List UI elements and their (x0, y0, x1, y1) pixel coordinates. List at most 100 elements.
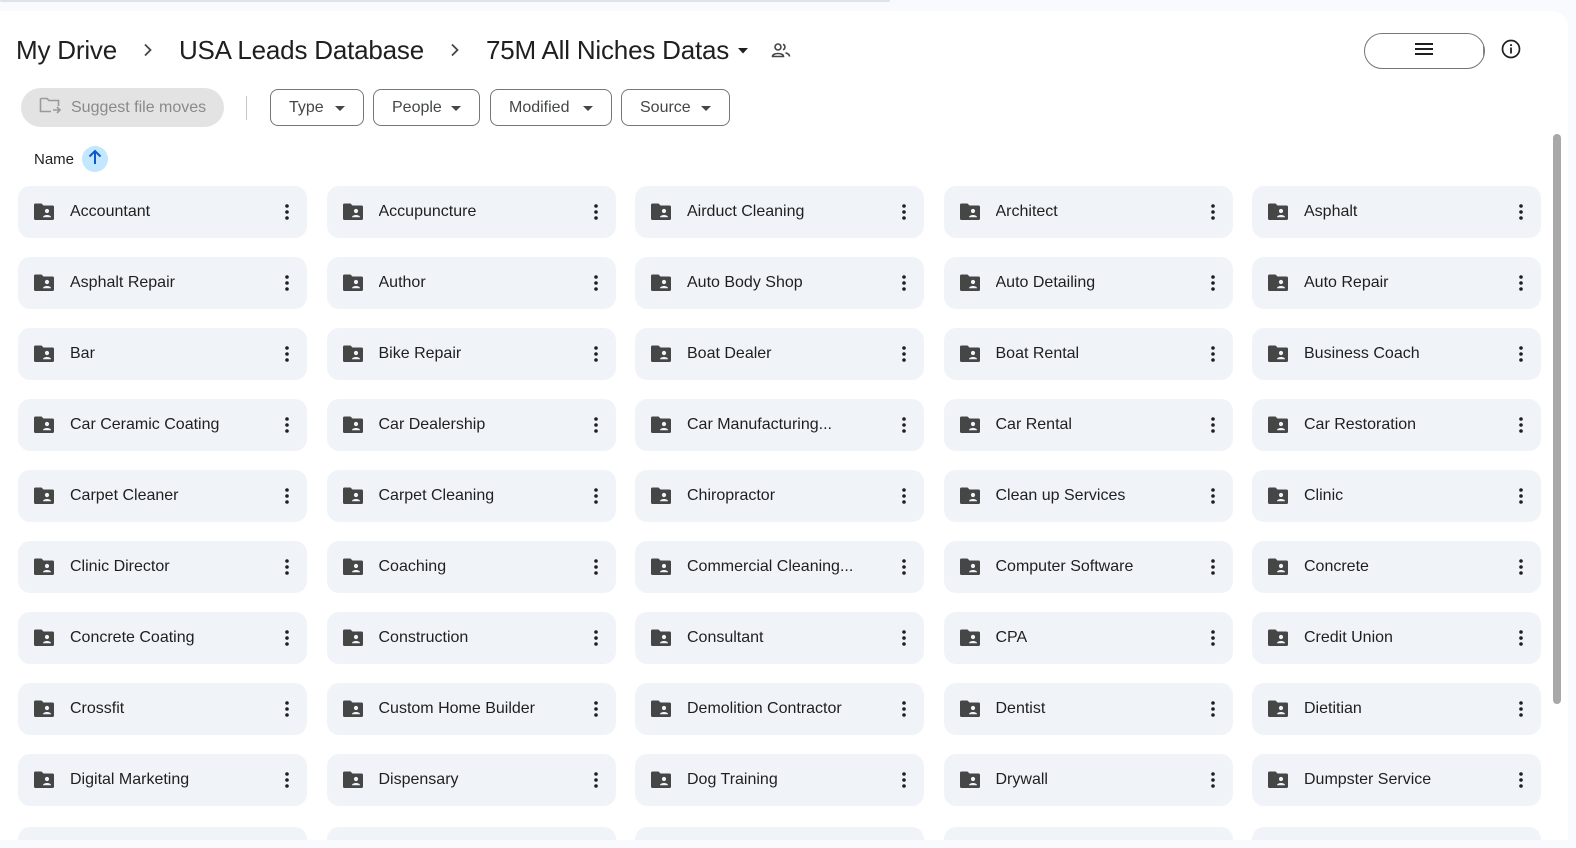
filter-people-chip[interactable]: People (373, 89, 480, 126)
folder-card[interactable]: Business Coach (1252, 328, 1541, 380)
more-actions-icon[interactable] (1201, 622, 1225, 654)
more-actions-icon[interactable] (1509, 622, 1533, 654)
folder-card[interactable]: Credit Union (1252, 612, 1541, 664)
folder-card[interactable]: Concrete (1252, 541, 1541, 593)
folder-card[interactable]: Boat Rental (943, 328, 1233, 380)
breadcrumb-my-drive[interactable]: My Drive (16, 33, 117, 68)
folder-card[interactable]: Computer Software (943, 541, 1233, 593)
more-actions-icon[interactable] (1509, 551, 1533, 583)
more-actions-icon[interactable] (892, 693, 916, 725)
folder-card[interactable]: Airduct Cleaning (635, 186, 924, 238)
list-view-button[interactable] (1365, 34, 1484, 68)
folder-card[interactable]: Auto Repair (1252, 257, 1541, 309)
folder-card[interactable]: Asphalt (1252, 186, 1541, 238)
folder-card[interactable]: Bike Repair (326, 328, 616, 380)
more-actions-icon[interactable] (892, 622, 916, 654)
folder-card-partial[interactable] (1252, 827, 1541, 840)
more-actions-icon[interactable] (275, 693, 299, 725)
folder-card[interactable]: Car Dealership (326, 399, 616, 451)
details-button[interactable] (1494, 34, 1528, 68)
folder-card[interactable]: Car Ceramic Coating (18, 399, 307, 451)
folder-card[interactable]: Dispensary (326, 754, 616, 806)
more-actions-icon[interactable] (1201, 764, 1225, 796)
folder-card[interactable]: Author (326, 257, 616, 309)
more-actions-icon[interactable] (1509, 267, 1533, 299)
more-actions-icon[interactable] (1509, 693, 1533, 725)
more-actions-icon[interactable] (1509, 196, 1533, 228)
folder-card[interactable]: Clinic (1252, 470, 1541, 522)
more-actions-icon[interactable] (275, 267, 299, 299)
folder-card[interactable]: Dietitian (1252, 683, 1541, 735)
more-actions-icon[interactable] (584, 338, 608, 370)
folder-card[interactable]: Auto Detailing (943, 257, 1233, 309)
folder-card[interactable]: Car Rental (943, 399, 1233, 451)
suggest-file-moves-button[interactable]: Suggest file moves (21, 88, 224, 127)
more-actions-icon[interactable] (584, 622, 608, 654)
more-actions-icon[interactable] (275, 480, 299, 512)
more-actions-icon[interactable] (584, 196, 608, 228)
folder-card[interactable]: Accupuncture (326, 186, 616, 238)
folder-card[interactable]: Consultant (635, 612, 924, 664)
folder-card-partial[interactable] (943, 827, 1233, 840)
folder-card[interactable]: CPA (943, 612, 1233, 664)
folder-card[interactable]: Asphalt Repair (18, 257, 307, 309)
scrollbar-thumb[interactable] (1553, 134, 1561, 704)
breadcrumb-current-folder[interactable]: 75M All Niches Datas (486, 33, 749, 68)
folder-card[interactable]: Car Restoration (1252, 399, 1541, 451)
more-actions-icon[interactable] (892, 409, 916, 441)
more-actions-icon[interactable] (275, 551, 299, 583)
folder-card-partial[interactable] (326, 827, 616, 840)
folder-card[interactable]: Car Manufacturing... (635, 399, 924, 451)
folder-card[interactable]: Clean up Services (943, 470, 1233, 522)
filter-modified-chip[interactable]: Modified (490, 89, 612, 126)
folder-card[interactable]: Commercial Cleaning... (635, 541, 924, 593)
folder-card[interactable]: Carpet Cleaner (18, 470, 307, 522)
folder-card[interactable]: Coaching (326, 541, 616, 593)
folder-card[interactable]: Demolition Contractor (635, 683, 924, 735)
more-actions-icon[interactable] (584, 480, 608, 512)
more-actions-icon[interactable] (275, 622, 299, 654)
breadcrumb-usa-leads[interactable]: USA Leads Database (179, 33, 424, 68)
folder-card[interactable]: Crossfit (18, 683, 307, 735)
folder-card-partial[interactable] (18, 827, 307, 840)
folder-card-partial[interactable] (635, 827, 924, 840)
more-actions-icon[interactable] (1509, 764, 1533, 796)
more-actions-icon[interactable] (1201, 338, 1225, 370)
shared-people-icon[interactable] (771, 42, 791, 58)
folder-card[interactable]: Clinic Director (18, 541, 307, 593)
more-actions-icon[interactable] (1201, 267, 1225, 299)
more-actions-icon[interactable] (275, 764, 299, 796)
more-actions-icon[interactable] (1201, 196, 1225, 228)
more-actions-icon[interactable] (892, 267, 916, 299)
more-actions-icon[interactable] (1201, 480, 1225, 512)
more-actions-icon[interactable] (275, 196, 299, 228)
more-actions-icon[interactable] (275, 409, 299, 441)
folder-card[interactable]: Construction (326, 612, 616, 664)
more-actions-icon[interactable] (1509, 338, 1533, 370)
folder-card[interactable]: Dumpster Service (1252, 754, 1541, 806)
more-actions-icon[interactable] (1509, 480, 1533, 512)
more-actions-icon[interactable] (892, 480, 916, 512)
sort-label[interactable]: Name (34, 151, 74, 168)
more-actions-icon[interactable] (1201, 409, 1225, 441)
more-actions-icon[interactable] (1509, 409, 1533, 441)
folder-card[interactable]: Dentist (943, 683, 1233, 735)
more-actions-icon[interactable] (584, 551, 608, 583)
sort-ascending-button[interactable] (82, 146, 109, 172)
more-actions-icon[interactable] (1201, 693, 1225, 725)
more-actions-icon[interactable] (275, 338, 299, 370)
more-actions-icon[interactable] (584, 764, 608, 796)
folder-card[interactable]: Chiropractor (635, 470, 924, 522)
folder-card[interactable]: Boat Dealer (635, 328, 924, 380)
folder-card[interactable]: Digital Marketing (18, 754, 307, 806)
folder-card[interactable]: Dog Training (635, 754, 924, 806)
more-actions-icon[interactable] (584, 409, 608, 441)
folder-card[interactable]: Bar (18, 328, 307, 380)
folder-card[interactable]: Drywall (943, 754, 1233, 806)
folder-card[interactable]: Carpet Cleaning (326, 470, 616, 522)
folder-card[interactable]: Custom Home Builder (326, 683, 616, 735)
folder-card[interactable]: Accountant (18, 186, 307, 238)
more-actions-icon[interactable] (892, 764, 916, 796)
more-actions-icon[interactable] (892, 196, 916, 228)
folder-card[interactable]: Concrete Coating (18, 612, 307, 664)
